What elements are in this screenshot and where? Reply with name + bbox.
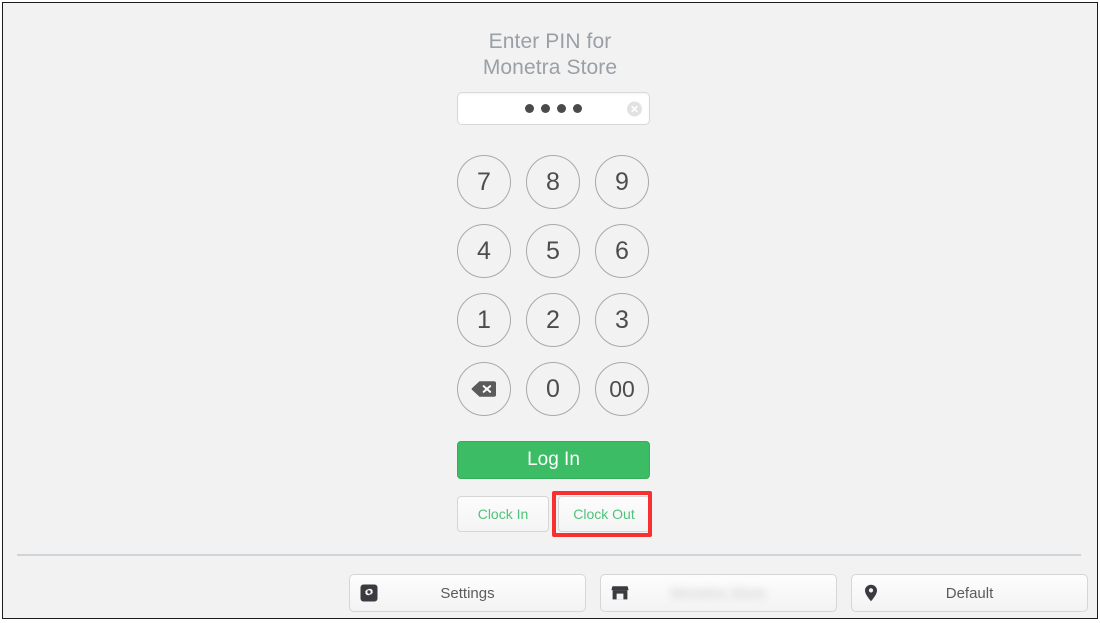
pin-input[interactable] xyxy=(457,92,650,125)
log-in-button[interactable]: Log In xyxy=(457,441,650,479)
footer-bar: Settings Monetra Store Default xyxy=(349,574,1089,612)
pin-keypad: 7 8 9 4 5 6 1 2 3 0 00 xyxy=(457,155,650,416)
location-selector-button[interactable]: Default xyxy=(851,574,1088,612)
page-title: Enter PIN for Monetra Store xyxy=(482,30,618,79)
pin-dot xyxy=(541,104,550,113)
keypad-key-8[interactable]: 8 xyxy=(526,155,580,209)
clock-out-button[interactable]: Clock Out xyxy=(558,496,650,532)
pin-dot xyxy=(557,104,566,113)
keypad-key-3[interactable]: 3 xyxy=(595,293,649,347)
gear-icon xyxy=(360,584,378,602)
store-selector-label: Monetra Store xyxy=(670,584,767,602)
pin-masked-value xyxy=(458,93,649,124)
pin-dot xyxy=(573,104,582,113)
store-selector-button[interactable]: Monetra Store xyxy=(600,574,837,612)
keypad-key-0[interactable]: 0 xyxy=(526,362,580,416)
keypad-key-00[interactable]: 00 xyxy=(595,362,649,416)
keypad-key-5[interactable]: 5 xyxy=(526,224,580,278)
keypad-key-9[interactable]: 9 xyxy=(595,155,649,209)
location-pin-icon xyxy=(862,584,880,602)
keypad-backspace-button[interactable] xyxy=(457,362,511,416)
settings-button-label: Settings xyxy=(440,584,495,602)
keypad-key-1[interactable]: 1 xyxy=(457,293,511,347)
settings-button[interactable]: Settings xyxy=(349,574,586,612)
keypad-key-4[interactable]: 4 xyxy=(457,224,511,278)
backspace-icon xyxy=(471,380,497,398)
keypad-key-2[interactable]: 2 xyxy=(526,293,580,347)
footer-divider xyxy=(17,554,1081,556)
location-selector-label: Default xyxy=(945,584,994,602)
clock-in-button[interactable]: Clock In xyxy=(457,496,549,532)
keypad-key-6[interactable]: 6 xyxy=(595,224,649,278)
keypad-key-7[interactable]: 7 xyxy=(457,155,511,209)
clock-button-row: Clock In Clock Out xyxy=(457,496,650,532)
pin-login-screen: Enter PIN for Monetra Store 7 8 9 4 5 6 … xyxy=(2,2,1098,619)
pin-dot xyxy=(525,104,534,113)
close-circle-icon[interactable] xyxy=(627,101,642,116)
